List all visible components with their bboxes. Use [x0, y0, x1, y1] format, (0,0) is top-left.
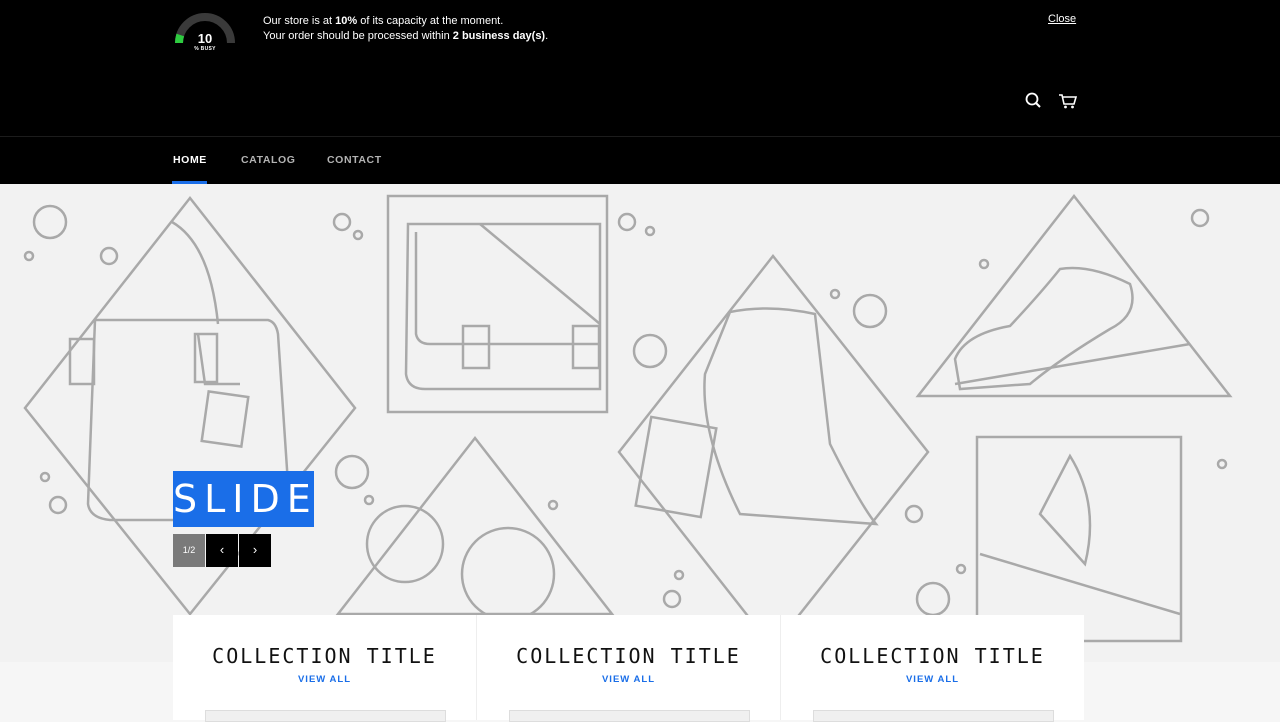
slide-title: SLIDE: [173, 471, 314, 527]
capacity-text-pre: Our store is at: [263, 15, 336, 27]
gauge-value: 10: [197, 31, 213, 46]
nav-home[interactable]: HOME: [173, 154, 207, 166]
next-slide-button[interactable]: ›: [239, 534, 271, 567]
view-all-link[interactable]: VIEW ALL: [173, 674, 476, 685]
nav-catalog[interactable]: CATALOG: [241, 154, 296, 166]
close-banner-link[interactable]: Close: [1048, 13, 1076, 25]
busy-gauge: 10 % BUSY: [172, 10, 238, 54]
slide-counter: 1/2: [173, 534, 205, 567]
capacity-percent: 10%: [335, 15, 358, 27]
search-icon[interactable]: [1023, 90, 1045, 112]
collection-title: COLLECTION TITLE: [212, 644, 437, 668]
capacity-line: Our store is at 10% of its capacity at t…: [263, 14, 548, 29]
collection-image: [813, 710, 1054, 722]
chevron-left-icon: ‹: [219, 542, 225, 557]
processing-text-post: .: [545, 30, 549, 42]
collection-card[interactable]: COLLECTION TITLE VIEW ALL: [173, 615, 476, 722]
processing-time: 2 business day(s): [452, 30, 546, 42]
capacity-text-post: of its capacity at the moment.: [357, 15, 504, 27]
collection-card[interactable]: COLLECTION TITLE VIEW ALL: [477, 615, 780, 722]
prev-slide-button[interactable]: ‹: [206, 534, 238, 567]
top-header: 10 % BUSY Our store is at 10% of its cap…: [0, 0, 1280, 137]
collection-card[interactable]: COLLECTION TITLE VIEW ALL: [781, 615, 1084, 722]
capacity-notice: Our store is at 10% of its capacity at t…: [263, 14, 548, 44]
collection-list: COLLECTION TITLE VIEW ALL COLLECTION TIT…: [173, 615, 1084, 722]
main-nav: HOME CATALOG CONTACT: [0, 137, 1280, 184]
cart-icon[interactable]: [1057, 90, 1079, 112]
chevron-right-icon: ›: [252, 542, 258, 557]
nav-contact[interactable]: CONTACT: [327, 154, 382, 166]
view-all-link[interactable]: VIEW ALL: [781, 674, 1084, 685]
view-all-link[interactable]: VIEW ALL: [477, 674, 780, 685]
collection-title: COLLECTION TITLE: [820, 644, 1045, 668]
gauge-caption: % BUSY: [194, 46, 216, 52]
collection-title: COLLECTION TITLE: [516, 644, 741, 668]
collection-image: [205, 710, 446, 722]
processing-text-pre: Your order should be processed within: [263, 30, 453, 42]
hero-illustration: [23, 193, 1233, 651]
hero-slideshow: [0, 184, 1280, 662]
processing-line: Your order should be processed within 2 …: [263, 29, 548, 44]
collection-image: [509, 710, 750, 722]
